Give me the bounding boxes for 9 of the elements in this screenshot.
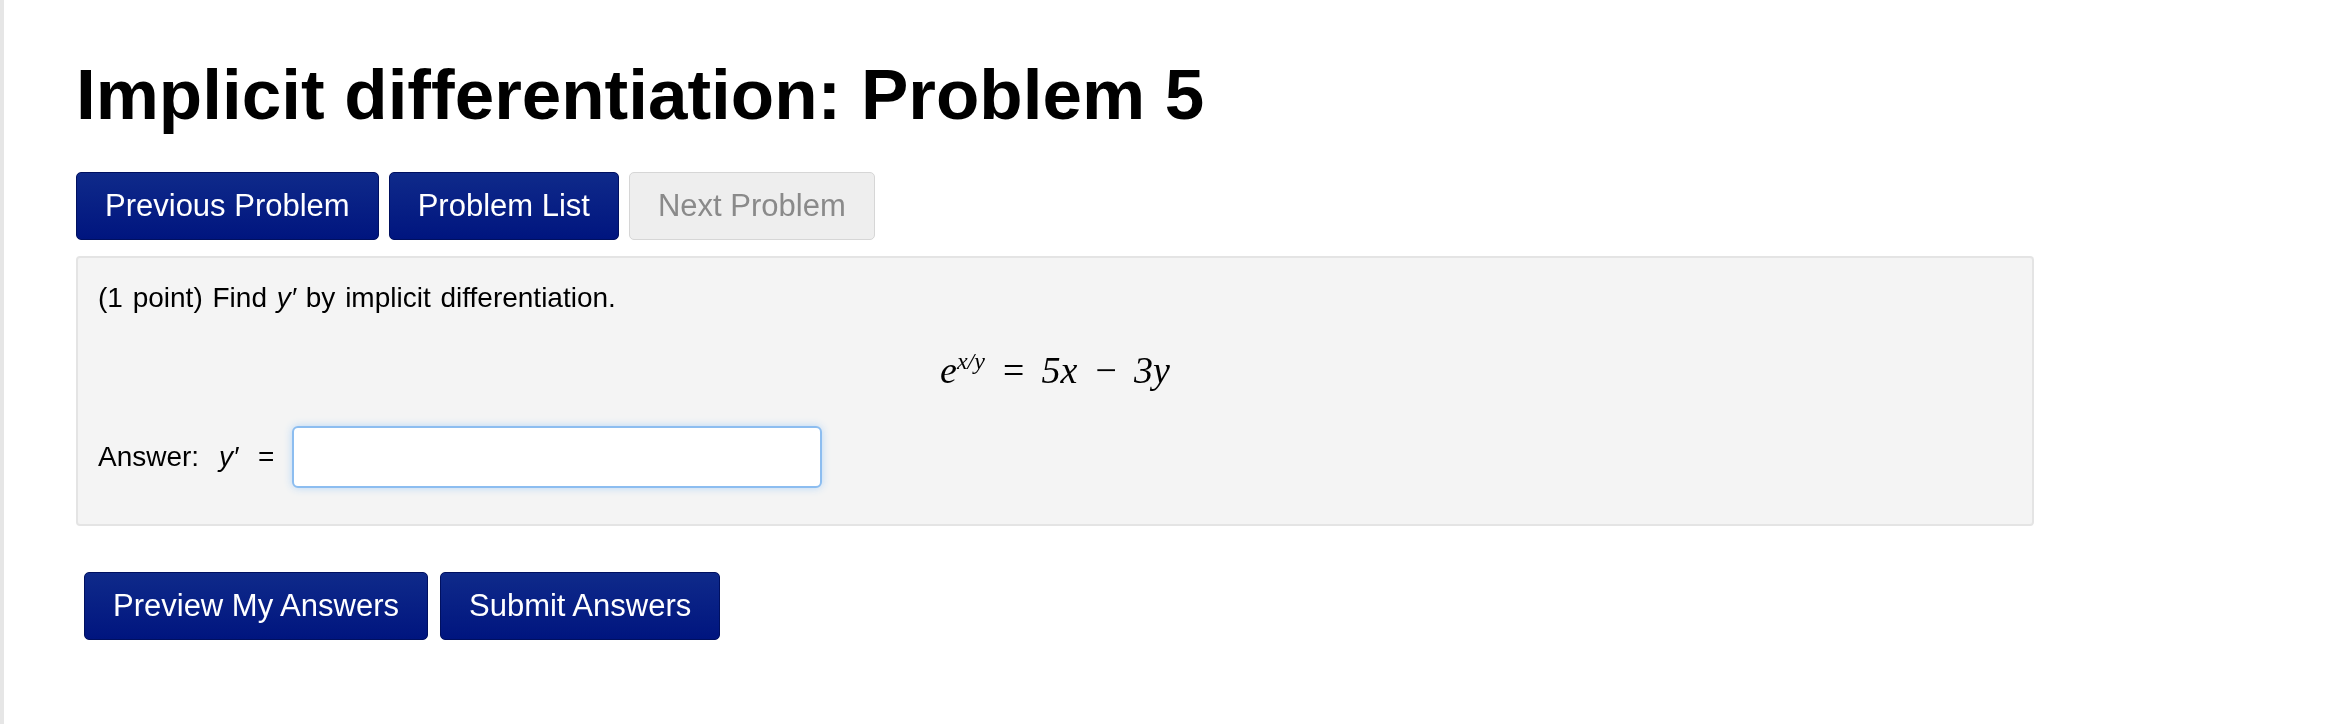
answer-label: Answer: y′ = [98,441,275,473]
submit-button[interactable]: Submit Answers [439,572,721,640]
page-title: Implicit differentiation: Problem 5 [76,54,1206,136]
answer-field[interactable] [292,426,823,488]
equation: e$^{x/y}$ = 5x − 3y [940,349,1170,391]
problem-statement: (1 point) Find y′ by implicit differentiation. [98,281,617,315]
nav-button[interactable]: Problem List [388,172,619,240]
submit-button[interactable]: Preview My Answers [84,572,428,640]
nav-button[interactable]: Previous Problem [76,172,379,240]
